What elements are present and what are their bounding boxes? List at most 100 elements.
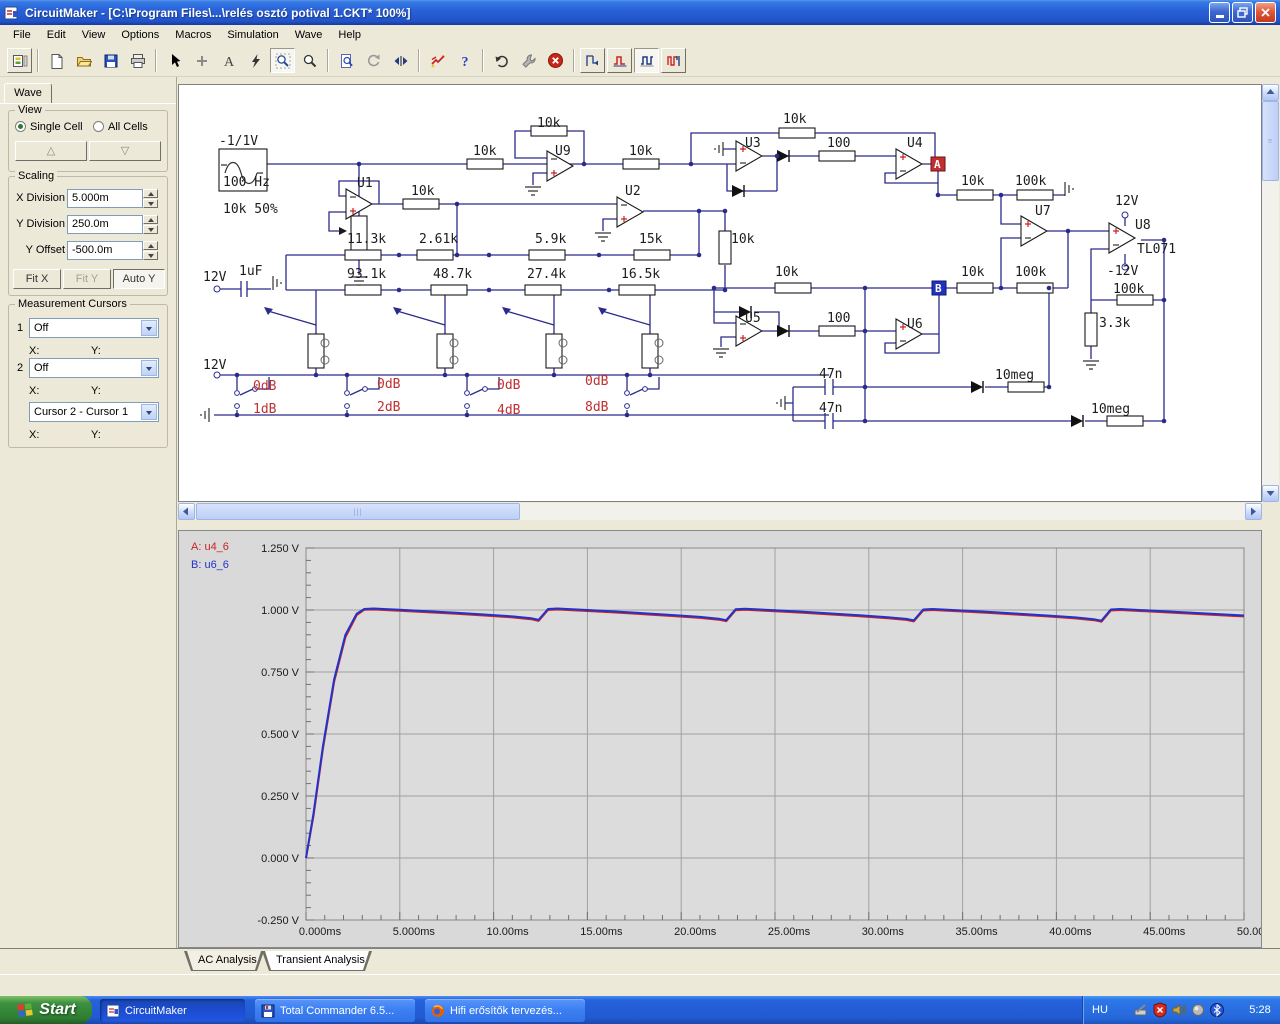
y-division-spinner[interactable] — [143, 215, 158, 234]
digital-wave-button[interactable] — [580, 48, 605, 73]
schematic-area[interactable]: -1/1V100 Hz10k 50%U110k10kU910k10kU210kU… — [178, 84, 1262, 502]
wrench-tool-button[interactable] — [516, 48, 541, 73]
security-shield-icon[interactable] — [1152, 1002, 1168, 1018]
transient-wave-button[interactable] — [634, 48, 659, 73]
zoom-in-button[interactable] — [297, 48, 322, 73]
resistor[interactable] — [779, 128, 815, 138]
resistor[interactable] — [431, 285, 467, 295]
pan-split-button[interactable] — [388, 48, 413, 73]
restore-button[interactable] — [1232, 2, 1253, 23]
schematic-canvas[interactable]: -1/1V100 Hz10k 50%U110k10kU910k10kU210kU… — [179, 85, 1261, 501]
close-button[interactable] — [1255, 2, 1276, 23]
dropdown-arrow-icon[interactable] — [141, 404, 157, 420]
menu-wave[interactable]: Wave — [288, 27, 330, 43]
menu-help[interactable]: Help — [331, 27, 368, 43]
resistor[interactable] — [403, 199, 439, 209]
taskbar-item-circuitmaker[interactable]: CircuitMaker — [100, 999, 245, 1022]
bluetooth-icon[interactable] — [1209, 1002, 1225, 1018]
undo-button[interactable] — [489, 48, 514, 73]
switch-contact[interactable] — [235, 391, 240, 396]
switch-contact[interactable] — [483, 387, 488, 392]
horizontal-scroll-thumb[interactable]: ||| — [196, 503, 520, 520]
mixed-wave-button[interactable] — [661, 48, 686, 73]
terminal[interactable] — [1122, 212, 1128, 218]
resistor[interactable] — [957, 283, 993, 293]
x-division-input[interactable]: 5.000m — [67, 189, 143, 208]
tablet-pen-icon[interactable] — [1133, 1002, 1149, 1018]
scroll-up-button[interactable] — [1262, 84, 1279, 101]
probe-tool-button[interactable] — [425, 48, 450, 73]
menu-edit[interactable]: Edit — [40, 27, 73, 43]
switch-contact[interactable] — [345, 404, 350, 409]
scroll-left-button[interactable] — [178, 503, 195, 520]
all-cells-radio[interactable]: All Cells — [93, 121, 148, 133]
cursor-diff-dropdown[interactable]: Cursor 2 - Cursor 1 — [29, 402, 159, 422]
y-offset-spinner[interactable] — [143, 241, 158, 260]
start-button[interactable]: Start — [0, 996, 92, 1024]
save-file-button[interactable] — [98, 48, 123, 73]
place-part-button[interactable] — [189, 48, 214, 73]
opamp[interactable] — [1109, 223, 1135, 253]
single-cell-radio[interactable]: Single Cell — [15, 121, 83, 133]
dropdown-arrow-icon[interactable] — [141, 360, 157, 376]
resistor[interactable] — [345, 285, 381, 295]
switch-contact[interactable] — [465, 404, 470, 409]
resistor[interactable] — [467, 159, 503, 169]
resistor[interactable] — [1085, 313, 1097, 346]
volume-icon[interactable] — [1171, 1002, 1187, 1018]
menu-view[interactable]: View — [75, 27, 113, 43]
opamp[interactable] — [896, 149, 922, 179]
update-icon[interactable] — [1190, 1002, 1206, 1018]
cursor2-dropdown[interactable]: Off — [29, 358, 159, 378]
opamp[interactable] — [617, 197, 643, 227]
menu-options[interactable]: Options — [114, 27, 166, 43]
spinner-down-icon[interactable] — [143, 225, 158, 234]
resistor[interactable] — [634, 250, 670, 260]
switch-contact[interactable] — [235, 404, 240, 409]
prev-cell-button[interactable]: △ — [15, 141, 87, 161]
resistor[interactable] — [619, 285, 655, 295]
rotate-button[interactable] — [361, 48, 386, 73]
diode[interactable] — [777, 325, 789, 337]
search-sheet-button[interactable] — [334, 48, 359, 73]
menu-file[interactable]: File — [6, 27, 38, 43]
zoom-select-button[interactable] — [270, 48, 295, 73]
resistor[interactable] — [623, 159, 659, 169]
auto-y-button[interactable]: Auto Y — [113, 269, 165, 289]
y-division-input[interactable]: 250.0m — [67, 215, 143, 234]
spinner-up-icon[interactable] — [143, 215, 158, 224]
spinner-down-icon[interactable] — [143, 251, 158, 260]
opamp[interactable] — [1021, 216, 1047, 246]
help-button[interactable]: ? — [452, 48, 477, 73]
vertical-scroll-thumb[interactable]: ≡ — [1262, 101, 1279, 181]
text-tool-button[interactable]: A — [216, 48, 241, 73]
cursor1-dropdown[interactable]: Off — [29, 318, 159, 338]
open-file-button[interactable] — [71, 48, 96, 73]
resistor[interactable] — [1008, 382, 1044, 392]
x-division-spinner[interactable] — [143, 189, 158, 208]
switch-contact[interactable] — [643, 387, 648, 392]
switch-contact[interactable] — [363, 387, 368, 392]
select-arrow-button[interactable] — [162, 48, 187, 73]
minimize-button[interactable] — [1209, 2, 1230, 23]
tab-ac-analysis[interactable]: AC Analysis — [184, 951, 264, 971]
resistor[interactable] — [525, 285, 561, 295]
new-file-button[interactable] — [44, 48, 69, 73]
switch-contact[interactable] — [625, 391, 630, 396]
title-bar[interactable]: CircuitMaker - [C:\Program Files\...\rel… — [0, 0, 1280, 25]
resistor[interactable] — [1107, 416, 1143, 426]
menu-macros[interactable]: Macros — [168, 27, 218, 43]
resistor[interactable] — [819, 326, 855, 336]
resistor[interactable] — [345, 250, 381, 260]
tab-wave[interactable]: Wave — [4, 83, 52, 104]
resistor[interactable] — [529, 250, 565, 260]
taskbar-item-firefox[interactable]: Hifi erősítők tervezés... — [425, 999, 585, 1022]
language-indicator[interactable]: HU — [1083, 1004, 1117, 1016]
resistor[interactable] — [719, 231, 731, 264]
y-offset-input[interactable]: -500.0m — [67, 241, 143, 260]
taskbar-item-total-commander[interactable]: Total Commander 6.5... — [255, 999, 415, 1022]
resistor[interactable] — [1017, 190, 1053, 200]
scroll-right-button[interactable] — [1245, 503, 1262, 520]
dropdown-arrow-icon[interactable] — [141, 320, 157, 336]
tab-transient-analysis[interactable]: Transient Analysis — [262, 951, 372, 971]
